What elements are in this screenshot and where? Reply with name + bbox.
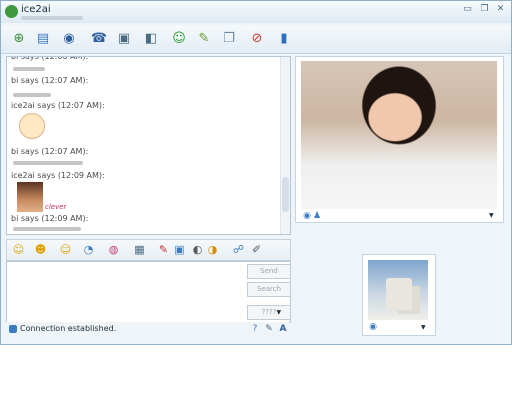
message-header: bi says (12:07 AM): <box>11 76 89 85</box>
conversation-log[interactable]: clever bi says (12:06 AM): bi says (12:07… <box>6 56 291 235</box>
status-bar: Connection established. ? ✎ A <box>6 322 289 336</box>
video-call-button[interactable]: ▣ <box>114 29 134 49</box>
webcam-panel: ◉ ♟ ▼ <box>295 56 504 223</box>
font-icon[interactable]: ☍ <box>232 243 245 256</box>
user-icon[interactable]: ♟ <box>311 210 323 222</box>
message-header: bi says (12:09 AM): <box>11 214 89 223</box>
webcam-video[interactable] <box>301 61 497 209</box>
help-icon[interactable]: ? <box>249 323 261 335</box>
webcam-button[interactable]: ◉ <box>59 29 79 49</box>
grid-icon[interactable]: ▦ <box>133 243 146 256</box>
display-picture-panel: ◉ ▼ <box>362 254 436 336</box>
message-input[interactable]: Send Search ???? ▼ <box>6 261 291 323</box>
restore-button[interactable]: ❐ <box>479 4 490 15</box>
brush-icon[interactable]: ✐ <box>250 243 263 256</box>
send-file-button[interactable]: ▤ <box>33 29 53 49</box>
handwriting-icon[interactable]: ✎ <box>263 323 275 335</box>
message-text <box>13 93 51 97</box>
title-bar: ice2ai ▭ ❐ ✕ <box>1 1 511 23</box>
status-text: Connection established. <box>20 324 117 333</box>
castle-image <box>386 278 412 310</box>
voice-call-button[interactable]: ☎ <box>89 29 109 49</box>
message-header: ice2ai says (12:07 AM): <box>11 101 105 110</box>
toolbar: ⊕ ▤ ◉ ☎ ▣ ◧ ☺ ✎ ❐ ⊘ ▮ <box>1 25 511 54</box>
paint-icon[interactable]: ◑ <box>206 243 219 256</box>
image-icon[interactable]: ▣ <box>173 243 186 256</box>
format-toolbar: ☺ ☻ ☺ ◔ ◍ ▦ ✎ ▣ ◐ ◑ ☍ ✐ <box>6 239 291 261</box>
window-title: ice2ai <box>21 4 51 15</box>
smiley-icon[interactable]: ☺ <box>59 243 72 256</box>
chevron-down-icon: ▼ <box>276 309 282 316</box>
scroll-thumb[interactable] <box>282 177 289 212</box>
add-contact-button[interactable]: ⊕ <box>9 29 29 49</box>
chevron-down-icon[interactable]: ▼ <box>421 324 426 331</box>
phone-button[interactable]: ▮ <box>274 29 294 49</box>
camera-icon[interactable]: ◉ <box>367 321 379 333</box>
chevron-down-icon[interactable]: ▼ <box>489 212 494 219</box>
nudge-icon[interactable]: ◔ <box>82 243 95 256</box>
background-icon[interactable]: ◍ <box>107 243 120 256</box>
sticker-face-icon <box>19 113 45 139</box>
display-picture[interactable] <box>368 260 428 320</box>
games-button[interactable]: ☺ <box>169 29 189 49</box>
message-header: bi says (12:06 AM): <box>11 56 89 61</box>
activities-button[interactable]: ✎ <box>194 29 214 49</box>
color-icon[interactable]: ◐ <box>191 243 204 256</box>
block-button[interactable]: ⊘ <box>247 29 267 49</box>
emoticon-icon[interactable]: ☺ <box>12 243 25 256</box>
close-button[interactable]: ✕ <box>495 4 506 15</box>
ink-icon[interactable]: ✎ <box>157 243 170 256</box>
dropdown-label: ???? <box>261 308 277 316</box>
share-button[interactable]: ◧ <box>141 29 161 49</box>
message-text <box>13 161 83 165</box>
send-button[interactable]: Send <box>247 264 291 279</box>
message-text <box>13 227 81 231</box>
message-text <box>13 67 45 71</box>
webcam-footer: ◉ ♟ ▼ <box>301 211 497 221</box>
folder-button[interactable]: ❐ <box>219 29 239 49</box>
options-dropdown[interactable]: ???? ▼ <box>247 305 291 320</box>
message-header: bi says (12:07 AM): <box>11 147 89 156</box>
app-icon <box>5 5 18 18</box>
connection-icon <box>9 325 17 333</box>
wink-icon[interactable]: ☻ <box>34 243 47 256</box>
sticker-caption: clever <box>45 203 67 211</box>
status-message <box>21 16 83 20</box>
message-header: ice2ai says (12:09 AM): <box>11 171 105 180</box>
search-button[interactable]: Search <box>247 282 291 297</box>
chat-window: ice2ai ▭ ❐ ✕ ⊕ ▤ ◉ ☎ ▣ ◧ ☺ ✎ ❐ ⊘ ▮ clever bi says … <box>0 0 512 345</box>
chat-scrollbar[interactable] <box>280 57 290 234</box>
minimize-button[interactable]: ▭ <box>462 4 473 15</box>
sticker-photo <box>17 182 43 212</box>
font-icon[interactable]: A <box>277 323 289 335</box>
